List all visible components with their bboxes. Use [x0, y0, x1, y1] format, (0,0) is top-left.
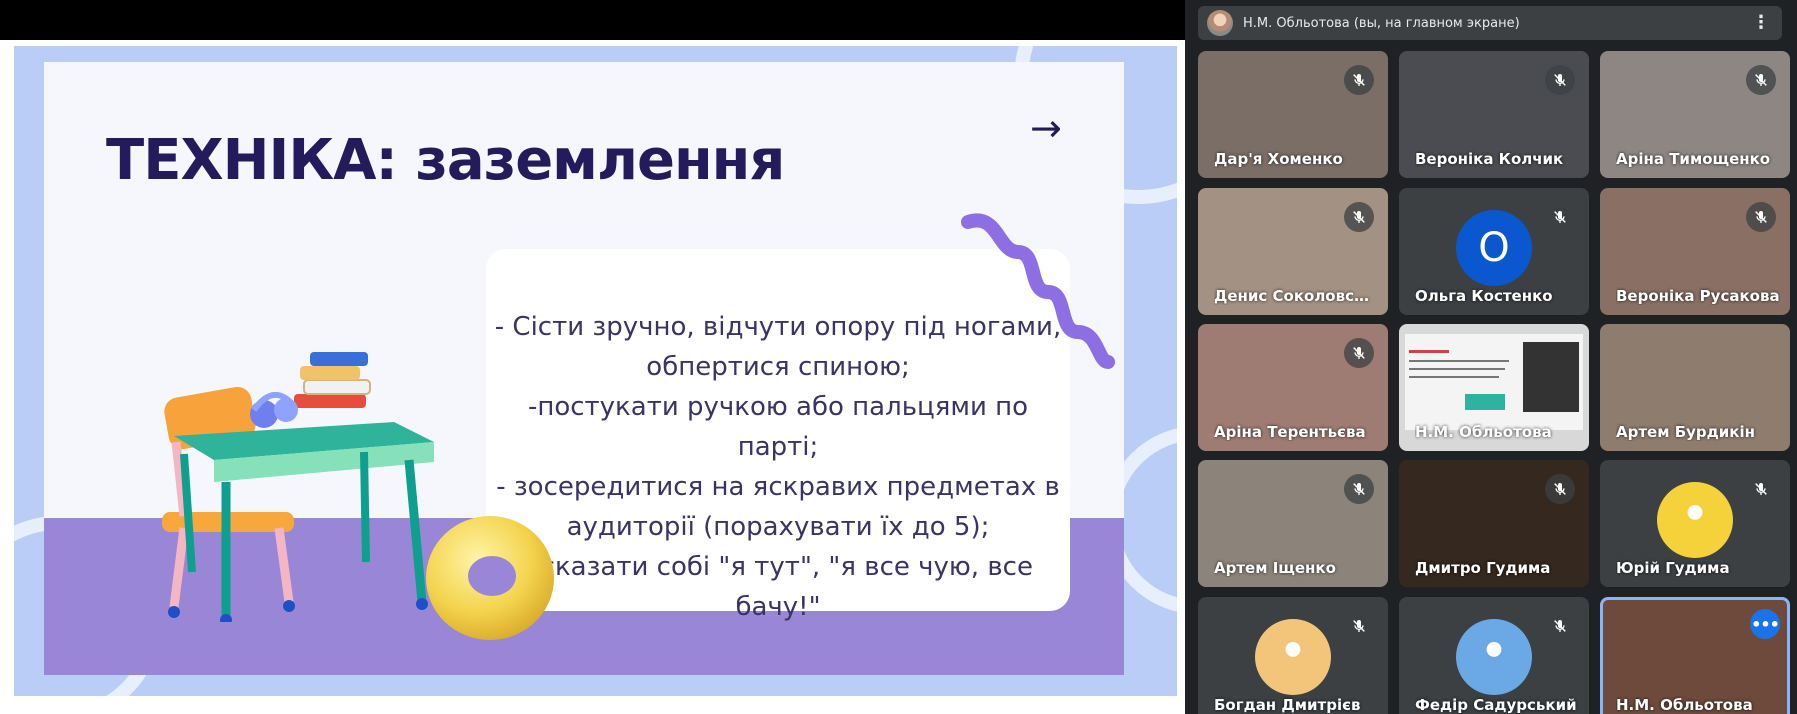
participant-name: Вероніка Колчик — [1415, 150, 1564, 168]
pinned-bar[interactable]: Н.М. Обльотова (вы, на главном экране) ⋮ — [1198, 6, 1782, 40]
participant-tile[interactable]: ••• Н.М. Обльотова — [1600, 597, 1790, 714]
mic-off-icon — [1545, 474, 1575, 504]
slide: ТЕХНІКА: заземлення → - Сісти зручно, ві… — [44, 62, 1124, 675]
participant-tile[interactable]: Денис Соколовський — [1198, 188, 1388, 315]
avatar — [1255, 619, 1331, 695]
mic-off-icon — [1344, 611, 1374, 641]
participant-tile[interactable]: Вероніка Колчик — [1399, 51, 1589, 178]
mic-off-icon — [1344, 338, 1374, 368]
mic-off-icon — [1344, 474, 1374, 504]
participant-name: Богдан Дмитрієв — [1214, 696, 1361, 714]
pinned-label: Н.М. Обльотова (вы, на главном экране) — [1243, 15, 1520, 31]
presentation-area: ТЕХНІКА: заземлення → - Сісти зручно, ві… — [14, 46, 1177, 696]
squiggle-decor — [961, 213, 1115, 369]
card-line: - сказати собі "я тут", "я все чую, все … — [523, 552, 1033, 622]
participant-name: Аріна Терентьєва — [1214, 423, 1366, 441]
participant-name: Артем Іщенко — [1214, 559, 1336, 577]
participant-tile[interactable]: Н.М. Обльотова — [1399, 324, 1589, 451]
participant-name: Федір Садурський — [1415, 696, 1577, 714]
presentation-thumbnail — [1405, 334, 1583, 430]
participants-panel: Н.М. Обльотова (вы, на главном экране) ⋮… — [1185, 0, 1797, 714]
participant-tile[interactable]: Аріна Тимощенко — [1600, 51, 1790, 178]
mic-off-icon — [1746, 474, 1776, 504]
top-black-bar — [0, 0, 1185, 40]
participant-tile[interactable]: Дар'я Хоменко — [1198, 51, 1388, 178]
desk-chair-illustration — [162, 352, 434, 622]
avatar — [1456, 619, 1532, 695]
card-line: аудиторії (порахувати їх до 5); — [566, 512, 990, 542]
arrow-right-icon: → — [1030, 106, 1062, 150]
participant-tile[interactable]: О Ольга Костенко — [1399, 188, 1589, 315]
participant-name: Денис Соколовський — [1214, 287, 1378, 305]
participant-tile[interactable]: Богдан Дмитрієв — [1198, 597, 1388, 714]
participant-name: Н.М. Обльотова — [1616, 696, 1753, 714]
card-line: - зосередитися на яскравих предметах в — [496, 472, 1060, 502]
participant-name: Н.М. Обльотова — [1415, 423, 1552, 441]
slide-title: ТЕХНІКА: заземлення — [106, 128, 785, 193]
participant-name: Вероніка Русакова — [1616, 287, 1780, 305]
mic-off-icon — [1344, 202, 1374, 232]
mic-off-icon — [1746, 65, 1776, 95]
participant-name: Ольга Костенко — [1415, 287, 1553, 305]
mic-off-icon — [1746, 202, 1776, 232]
more-options-icon[interactable]: ••• — [1750, 609, 1780, 639]
donut-decor — [426, 516, 554, 640]
participant-tile[interactable]: Артем Іщенко — [1198, 460, 1388, 587]
participant-tile[interactable]: Артем Бурдикін — [1600, 324, 1790, 451]
participant-tile[interactable]: Дмитро Гудима — [1399, 460, 1589, 587]
participant-tile[interactable]: Аріна Терентьєва — [1198, 324, 1388, 451]
participant-name: Юрій Гудима — [1616, 559, 1730, 577]
participant-tile[interactable]: Юрій Гудима — [1600, 460, 1790, 587]
avatar — [1207, 10, 1233, 36]
participant-name: Артем Бурдикін — [1616, 423, 1755, 441]
participant-tile[interactable]: Вероніка Русакова — [1600, 188, 1790, 315]
participant-name: Аріна Тимощенко — [1616, 150, 1771, 168]
card-line: -постукати ручкою або пальцями по парті; — [527, 392, 1029, 462]
avatar — [1657, 482, 1733, 558]
participant-name: Дар'я Хоменко — [1214, 150, 1343, 168]
participant-name: Дмитро Гудима — [1415, 559, 1551, 577]
mic-off-icon — [1344, 65, 1374, 95]
avatar: О — [1456, 210, 1532, 286]
more-vert-icon[interactable]: ⋮ — [1752, 12, 1770, 33]
participant-tile[interactable]: Федір Садурський — [1399, 597, 1589, 714]
mic-off-icon — [1545, 65, 1575, 95]
mic-off-icon — [1545, 202, 1575, 232]
mic-off-icon — [1545, 611, 1575, 641]
